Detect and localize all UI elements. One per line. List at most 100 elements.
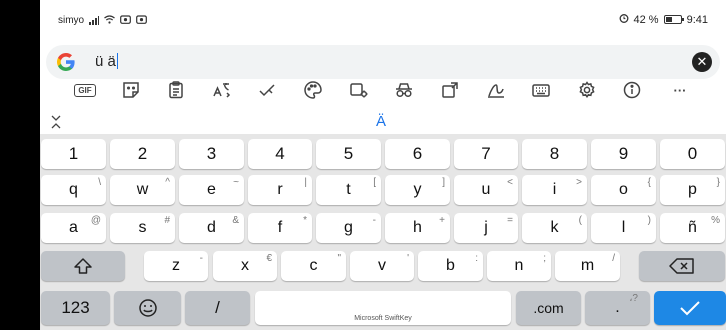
key-label: f — [277, 219, 283, 236]
numeric-mode-key[interactable]: 123 — [41, 291, 110, 325]
space-bar[interactable]: Microsoft SwiftKey — [255, 291, 511, 325]
key-r[interactable]: r | — [248, 175, 312, 205]
key-label: j — [484, 219, 488, 236]
dotcom-key[interactable]: .com — [516, 291, 581, 325]
emoji-key[interactable] — [114, 291, 181, 325]
key-7[interactable]: 7 — [454, 139, 518, 169]
check-pen-icon — [259, 84, 275, 97]
key-label: z — [172, 257, 180, 274]
key-label: a — [69, 219, 78, 236]
key-label: c — [309, 257, 318, 274]
search-input[interactable]: ü ä — [95, 53, 119, 70]
key-f[interactable]: f * — [248, 213, 312, 243]
clipboard-button[interactable] — [164, 78, 188, 102]
prediction-suggestion[interactable]: Ä — [376, 113, 386, 130]
translate-button[interactable] — [210, 78, 234, 102]
enter-key[interactable] — [654, 291, 726, 325]
key-e[interactable]: e ~ — [179, 175, 244, 205]
handwriting-button[interactable] — [484, 78, 508, 102]
key-hint: < — [507, 177, 513, 188]
more-options-button[interactable]: ··· — [668, 78, 692, 102]
settings-button[interactable] — [575, 78, 599, 102]
key-x[interactable]: x € — [213, 251, 277, 281]
key-label: u — [481, 181, 491, 198]
layout-settings-button[interactable] — [347, 78, 371, 102]
key-v[interactable]: v ' — [350, 251, 414, 281]
key-hint: & — [232, 215, 239, 226]
key-label: ñ — [688, 219, 697, 236]
prediction-bar: Ä — [40, 110, 726, 134]
collapse-toolbar-icon[interactable] — [50, 114, 62, 130]
editor-button[interactable] — [255, 78, 279, 102]
clipboard-icon — [169, 81, 183, 99]
key-label: d — [207, 219, 216, 236]
battery-percent: 42 % — [633, 13, 659, 26]
key-t[interactable]: t[ — [316, 175, 381, 205]
key-a[interactable]: a @ — [41, 213, 106, 243]
key-d[interactable]: d & — [179, 213, 244, 243]
key-hint: | — [304, 177, 307, 188]
key-m[interactable]: m / — [555, 251, 620, 281]
gear-icon — [579, 81, 595, 99]
space-bar-label: Microsoft SwiftKey — [354, 315, 412, 322]
gif-icon: GIF — [74, 83, 96, 97]
themes-button[interactable] — [301, 78, 325, 102]
key-y[interactable]: y] — [385, 175, 450, 205]
key-j[interactable]: j = — [454, 213, 518, 243]
emoji-icon — [138, 299, 157, 317]
key-1[interactable]: 1 — [41, 139, 106, 169]
key-w[interactable]: w ^ — [110, 175, 175, 205]
period-key[interactable]: . ،? — [585, 291, 650, 325]
key-0[interactable]: 0 — [660, 139, 725, 169]
keyboard-icon — [532, 84, 550, 97]
clear-search-button[interactable]: ✕ — [692, 52, 712, 72]
key-h[interactable]: h + — [385, 213, 450, 243]
key-label: m — [580, 257, 595, 274]
key-label: g — [344, 219, 353, 236]
key-k[interactable]: k( — [522, 213, 587, 243]
alarm-icon — [619, 13, 629, 26]
gif-button[interactable]: GIF — [73, 78, 97, 102]
key-q[interactable]: q \ — [41, 175, 106, 205]
keyboard-button[interactable] — [529, 78, 553, 102]
info-button[interactable] — [620, 78, 644, 102]
key-2[interactable]: 2 — [110, 139, 175, 169]
key-l[interactable]: l) — [591, 213, 656, 243]
key-hint: ) — [647, 215, 651, 226]
search-query: ü ä — [95, 53, 116, 70]
key-g[interactable]: g- — [316, 213, 381, 243]
incognito-button[interactable] — [392, 78, 416, 102]
key-label: l — [621, 219, 626, 236]
key-hint: % — [711, 215, 720, 226]
key-label: b — [446, 257, 455, 274]
shift-key[interactable] — [41, 251, 125, 281]
key-hint: ] — [442, 177, 445, 188]
slash-key[interactable]: / — [185, 291, 250, 325]
key-4[interactable]: 4 — [248, 139, 312, 169]
key-6[interactable]: 6 — [385, 139, 450, 169]
key-o[interactable]: o{ — [591, 175, 656, 205]
key-hint: ^ — [165, 177, 170, 188]
key-hint: > — [576, 177, 582, 188]
resize-button[interactable] — [438, 78, 462, 102]
key-b[interactable]: b: — [418, 251, 483, 281]
key-i[interactable]: i > — [522, 175, 587, 205]
key-n-tilde[interactable]: ñ% — [660, 213, 725, 243]
key-n[interactable]: n; — [487, 251, 551, 281]
notification-icon — [120, 14, 132, 27]
sticker-button[interactable] — [119, 78, 143, 102]
keyboard: 1 2 3 4 5 6 7 8 9 0 q \ w ^ e ~ r | t[ y] u <… — [40, 134, 726, 330]
key-8[interactable]: 8 — [522, 139, 587, 169]
key-3[interactable]: 3 — [179, 139, 244, 169]
key-hint: " — [337, 253, 341, 264]
key-z[interactable]: z- — [144, 251, 208, 281]
key-9[interactable]: 9 — [591, 139, 656, 169]
palette-icon — [304, 81, 322, 99]
key-5[interactable]: 5 — [316, 139, 381, 169]
key-c[interactable]: c " — [281, 251, 346, 281]
backspace-key[interactable] — [639, 251, 725, 281]
key-hint: { — [647, 177, 651, 188]
key-u[interactable]: u < — [454, 175, 518, 205]
key-p[interactable]: p} — [660, 175, 725, 205]
key-s[interactable]: s # — [110, 213, 175, 243]
